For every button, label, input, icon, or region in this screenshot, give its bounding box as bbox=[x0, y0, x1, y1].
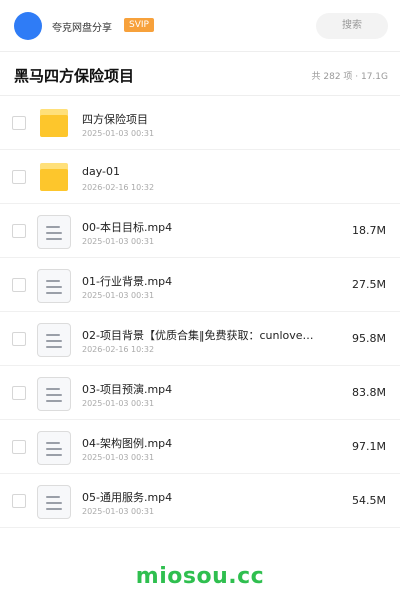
item-size: 54.5M bbox=[352, 494, 386, 507]
select-checkbox[interactable] bbox=[12, 116, 26, 130]
item-count-size: 共 282 项 · 17.1G bbox=[311, 72, 389, 82]
list-item[interactable]: 00-本日目标.mp4 2025-01-03 00:31 18.7M bbox=[0, 204, 400, 258]
video-file-icon bbox=[37, 323, 71, 357]
list-item[interactable]: 02-项目背景【优质合集‖免费获取：cunlove… 2026-02-16 10… bbox=[0, 312, 400, 366]
item-date: 2025-01-03 00:31 bbox=[82, 399, 155, 408]
folder-icon bbox=[40, 109, 68, 137]
item-name: 03-项目预演.mp4 bbox=[82, 383, 173, 396]
folder-icon bbox=[40, 163, 68, 191]
watermark: miosou.cc bbox=[135, 564, 265, 589]
svip-badge: SVIP bbox=[124, 18, 154, 32]
title-row: 黑马四方保险项目 共 282 项 · 17.1G bbox=[0, 60, 400, 96]
select-checkbox[interactable] bbox=[12, 170, 26, 184]
video-file-icon bbox=[37, 431, 71, 465]
item-date: 2026-02-16 10:32 bbox=[82, 183, 155, 192]
list-item[interactable]: 05-通用服务.mp4 2025-01-03 00:31 54.5M bbox=[0, 474, 400, 528]
item-size: 27.5M bbox=[352, 278, 386, 291]
item-size: 97.1M bbox=[352, 440, 386, 453]
item-name: 四方保险项目 bbox=[82, 113, 148, 126]
list-item[interactable]: 04-架构图例.mp4 2025-01-03 00:31 97.1M bbox=[0, 420, 400, 474]
list-item[interactable]: 四方保险项目 2025-01-03 00:31 bbox=[0, 96, 400, 150]
page-title: 黑马四方保险项目 bbox=[14, 67, 135, 85]
header-bar: 夸克网盘分享 SVIP 搜索 bbox=[0, 0, 400, 52]
avatar[interactable] bbox=[14, 12, 42, 40]
search-button[interactable]: 搜索 bbox=[316, 13, 388, 39]
select-checkbox[interactable] bbox=[12, 386, 26, 400]
item-size: 18.7M bbox=[352, 224, 386, 237]
list-item[interactable]: 03-项目预演.mp4 2025-01-03 00:31 83.8M bbox=[0, 366, 400, 420]
item-name: 01-行业背景.mp4 bbox=[82, 275, 173, 288]
item-date: 2025-01-03 00:31 bbox=[82, 129, 155, 138]
item-date: 2025-01-03 00:31 bbox=[82, 507, 155, 516]
video-file-icon bbox=[37, 215, 71, 249]
item-name: 04-架构图例.mp4 bbox=[82, 437, 173, 450]
item-name: day-01 bbox=[82, 165, 121, 178]
item-size: 95.8M bbox=[352, 332, 386, 345]
select-checkbox[interactable] bbox=[12, 332, 26, 346]
list-item[interactable]: day-01 2026-02-16 10:32 bbox=[0, 150, 400, 204]
item-name: 05-通用服务.mp4 bbox=[82, 491, 173, 504]
video-file-icon bbox=[37, 269, 71, 303]
list-item[interactable]: 01-行业背景.mp4 2025-01-03 00:31 27.5M bbox=[0, 258, 400, 312]
item-name: 02-项目背景【优质合集‖免费获取：cunlove… bbox=[82, 329, 314, 342]
share-name: 夸克网盘分享 bbox=[52, 23, 112, 34]
item-name: 00-本日目标.mp4 bbox=[82, 221, 173, 234]
item-size: 83.8M bbox=[352, 386, 386, 399]
file-list: 四方保险项目 2025-01-03 00:31 day-01 2026-02-1… bbox=[0, 96, 400, 528]
select-checkbox[interactable] bbox=[12, 278, 26, 292]
select-checkbox[interactable] bbox=[12, 440, 26, 454]
select-checkbox[interactable] bbox=[12, 494, 26, 508]
item-date: 2026-02-16 10:32 bbox=[82, 345, 155, 354]
item-date: 2025-01-03 00:31 bbox=[82, 237, 155, 246]
video-file-icon bbox=[37, 377, 71, 411]
video-file-icon bbox=[37, 485, 71, 519]
item-date: 2025-01-03 00:31 bbox=[82, 453, 155, 462]
item-date: 2025-01-03 00:31 bbox=[82, 291, 155, 300]
select-checkbox[interactable] bbox=[12, 224, 26, 238]
